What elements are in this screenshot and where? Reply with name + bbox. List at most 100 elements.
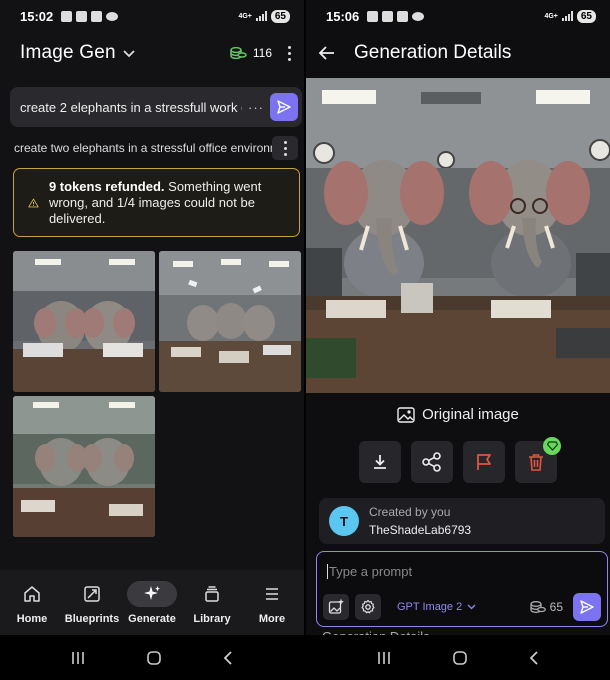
overflow-menu-icon[interactable] [286, 45, 292, 61]
screenshot-icon [61, 10, 73, 22]
premium-badge [543, 437, 561, 455]
signal-icon [561, 11, 573, 21]
back-icon[interactable] [222, 650, 234, 666]
text-cursor [327, 564, 328, 579]
image-icon [397, 406, 415, 423]
battery-indicator: 65 [270, 9, 290, 23]
nav-library-label: Library [193, 612, 231, 625]
recent-apps-icon[interactable] [70, 651, 86, 665]
creator-card[interactable]: T Created by you TheShadeLab6793 [319, 498, 605, 544]
status-time: 15:06 [326, 8, 360, 24]
download-icon [374, 455, 386, 469]
warning-icon [28, 198, 39, 207]
report-button[interactable] [463, 441, 505, 483]
screenshot-icon [367, 10, 379, 22]
generated-image-3[interactable] [13, 396, 155, 537]
app-header: Image Gen 116 [0, 36, 304, 70]
recent-apps-icon[interactable] [376, 651, 392, 665]
flag-icon [477, 454, 491, 470]
alert-message: 9 tokens refunded. Something went wrong,… [49, 179, 289, 227]
nav-blueprints-label: Blueprints [64, 612, 120, 625]
token-count: 116 [252, 46, 272, 60]
home-button-icon[interactable] [452, 650, 468, 666]
network-type: 4G+ [238, 12, 252, 20]
creator-username: TheShadeLab6793 [369, 523, 472, 537]
cost-value: 65 [549, 600, 563, 614]
download-button[interactable] [359, 441, 401, 483]
trash-icon [529, 454, 543, 471]
blueprints-icon [71, 581, 113, 607]
generated-image-large[interactable] [306, 78, 610, 393]
app-title[interactable]: Image Gen [20, 42, 116, 64]
model-name: GPT Image 2 [397, 601, 463, 613]
nav-generate-label: Generate [128, 612, 176, 625]
generated-image-2[interactable] [159, 251, 301, 392]
prompt-composer[interactable]: Type a prompt GPT Image 2 65 [316, 551, 608, 627]
refined-prompt-menu-button[interactable] [272, 136, 298, 160]
more-vertical-icon [282, 140, 288, 156]
nav-more[interactable]: More [243, 581, 301, 625]
generation-details-screen: 15:06 4G+ 65 Generation Details Original… [306, 0, 610, 680]
prompt-input[interactable]: create 2 elephants in a stressfull work … [10, 87, 302, 127]
prompt-text[interactable]: create 2 elephants in a stressfull work … [20, 100, 242, 115]
generated-image-1[interactable] [13, 251, 155, 392]
network-type: 4G+ [544, 12, 558, 20]
token-balance[interactable]: 116 [230, 46, 272, 61]
settings-button[interactable] [355, 594, 381, 620]
model-selector[interactable]: GPT Image 2 [397, 601, 476, 613]
original-image-link[interactable]: Original image [306, 406, 610, 423]
diamond-icon [546, 441, 558, 451]
nav-library[interactable]: Library [183, 581, 241, 625]
nav-generate[interactable]: Generate [123, 580, 181, 625]
mail-icon [397, 10, 409, 22]
refined-prompt-row: create two elephants in a stressful offi… [14, 136, 298, 160]
system-navigation [306, 635, 610, 680]
share-icon [422, 452, 441, 472]
prompt-options-icon[interactable]: ··· [248, 100, 264, 115]
home-icon [11, 581, 53, 607]
chevron-down-icon[interactable] [122, 46, 136, 60]
checkbox-icon [382, 10, 394, 22]
image-gen-screen: 15:02 4G+ 65 Image Gen 116 create 2 elep… [0, 0, 304, 680]
notification-icons [367, 10, 425, 22]
more-notifications-icon [106, 11, 119, 21]
created-by-label: Created by you [369, 505, 451, 519]
add-image-button[interactable] [323, 594, 349, 620]
avatar: T [329, 506, 359, 536]
nav-home[interactable]: Home [3, 581, 61, 625]
prompt-placeholder: Type a prompt [329, 564, 413, 579]
details-header: Generation Details [306, 36, 610, 70]
refund-alert: 9 tokens refunded. Something went wrong,… [13, 168, 300, 237]
original-image-label: Original image [422, 406, 519, 423]
prompt-field[interactable]: Type a prompt [327, 564, 412, 579]
system-navigation [0, 635, 304, 680]
send-button[interactable] [270, 93, 298, 121]
battery-indicator: 65 [576, 9, 596, 23]
bottom-navigation: Home Blueprints Generate Library More [0, 570, 304, 635]
status-bar: 15:06 4G+ 65 [306, 0, 610, 32]
image-actions [306, 437, 610, 483]
send-icon [580, 600, 594, 614]
refined-prompt-text: create two elephants in a stressful offi… [14, 141, 272, 155]
back-arrow-icon[interactable] [318, 45, 336, 61]
status-bar: 15:02 4G+ 65 [0, 0, 304, 32]
back-icon[interactable] [528, 650, 540, 666]
library-icon [191, 581, 233, 607]
delete-button[interactable] [515, 437, 561, 483]
token-coins-icon [230, 46, 247, 59]
nav-blueprints[interactable]: Blueprints [63, 581, 121, 625]
more-notifications-icon [412, 11, 425, 21]
generate-send-button[interactable] [573, 593, 601, 621]
page-title: Generation Details [354, 42, 512, 63]
menu-icon [251, 581, 293, 607]
alert-bold: 9 tokens refunded. [48, 178, 165, 194]
sparkle-icon [127, 580, 177, 607]
status-time: 15:02 [20, 8, 54, 24]
home-button-icon[interactable] [146, 650, 162, 666]
share-button[interactable] [411, 441, 453, 483]
notification-icons [61, 10, 119, 22]
add-image-icon [328, 599, 344, 614]
signal-icon [255, 11, 267, 21]
composer-toolbar: GPT Image 2 65 [323, 593, 601, 621]
chevron-down-icon [467, 604, 476, 610]
